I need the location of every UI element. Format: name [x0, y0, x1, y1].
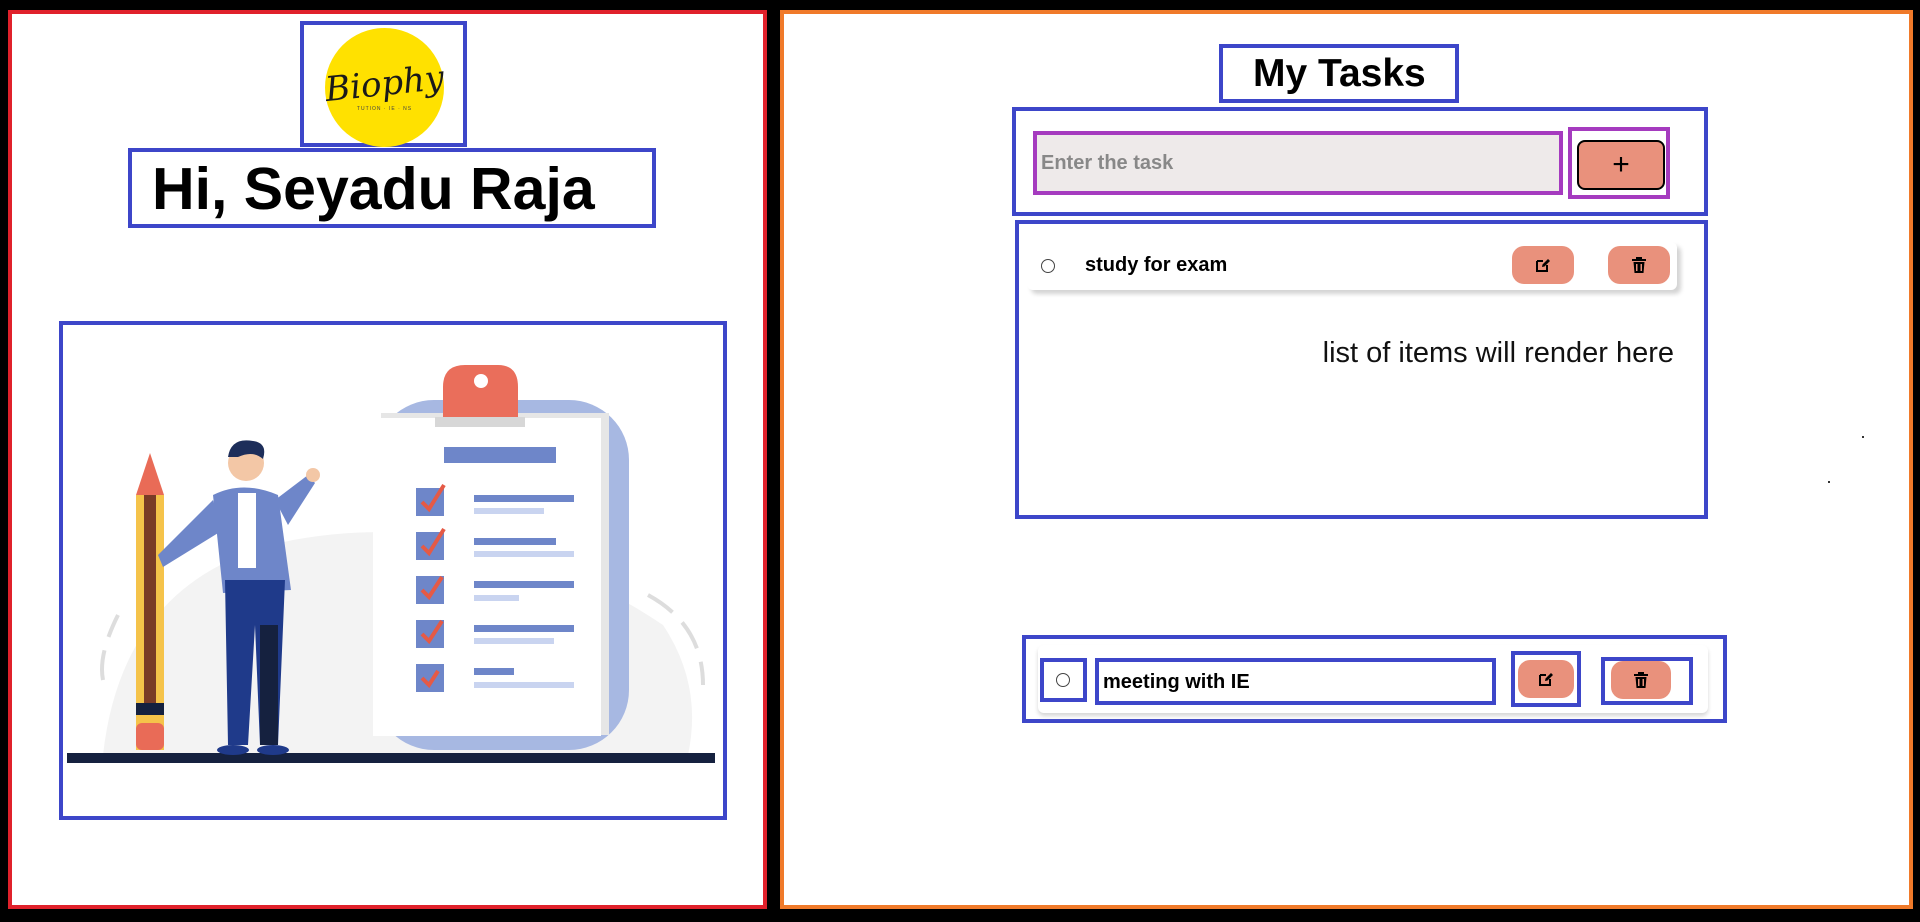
add-task-button[interactable]: +: [1577, 140, 1665, 190]
edit-task-button[interactable]: [1518, 660, 1574, 698]
add-button-container: +: [1568, 127, 1670, 199]
label-container: meeting with IE: [1095, 658, 1496, 705]
speck: [1828, 481, 1830, 483]
page-title: My Tasks: [1253, 52, 1426, 95]
radio-container: [1040, 658, 1087, 702]
illustration-container: [59, 321, 727, 820]
task-illustration: [67, 365, 715, 763]
logo-container: Biophy TUTION · IE · NS: [300, 21, 467, 147]
greeting-heading: Hi, Seyadu Raja: [152, 156, 595, 222]
pen-square-icon: [1539, 673, 1553, 686]
task-complete-radio[interactable]: [1041, 259, 1055, 273]
delete-task-button[interactable]: [1608, 246, 1670, 284]
task-list: study for exam list of items will render…: [1015, 220, 1708, 519]
task-label: study for exam: [1085, 254, 1228, 276]
task-input[interactable]: [1037, 135, 1559, 191]
greeting-container: Hi, Seyadu Raja: [128, 148, 656, 228]
task-label: meeting with IE: [1103, 671, 1250, 693]
title-container: My Tasks: [1219, 44, 1459, 103]
delete-task-button[interactable]: [1611, 661, 1671, 699]
speck: [1862, 436, 1864, 438]
task-complete-radio[interactable]: [1056, 673, 1070, 687]
clipboard-icon: [373, 365, 629, 750]
logo-subtext: TUTION · IE · NS: [356, 105, 413, 112]
pencil-icon: [136, 453, 164, 750]
logo-text: Biophy: [323, 57, 446, 110]
pen-square-icon: [1536, 259, 1550, 272]
task-input-container: [1033, 131, 1563, 195]
edit-button-container: [1511, 651, 1581, 707]
delete-button-container: [1601, 657, 1693, 705]
edit-task-button[interactable]: [1512, 246, 1574, 284]
trash-icon: [1632, 257, 1646, 273]
task-item: study for exam: [1027, 242, 1677, 290]
list-placeholder-text: list of items will render here: [1322, 337, 1674, 369]
trash-icon: [1634, 672, 1648, 688]
logo: Biophy TUTION · IE · NS: [323, 28, 446, 147]
